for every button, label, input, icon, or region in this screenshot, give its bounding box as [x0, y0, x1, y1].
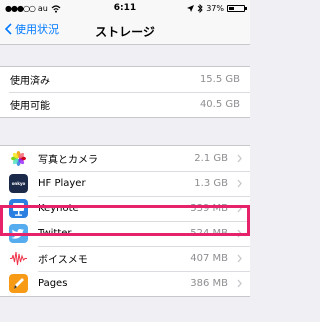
bluetooth-icon: [197, 4, 203, 13]
app-size: 1.3 GB: [194, 178, 228, 189]
hf-player-logo-text: onkyo: [11, 181, 26, 186]
chevron-right-icon: [237, 179, 242, 188]
navigation-bar: 使用状況 ストレージ: [0, 18, 250, 45]
battery-icon: [227, 5, 247, 12]
voice-memo-icon: [9, 249, 28, 268]
twitter-icon: [9, 224, 28, 243]
keynote-icon: [9, 199, 28, 218]
storage-summary-group: 使用済み 15.5 GB 使用可能 40.5 GB: [0, 66, 250, 118]
chevron-right-icon: [237, 204, 242, 213]
chevron-right-icon: [237, 254, 242, 263]
app-name: Keynote: [38, 203, 79, 214]
app-row-keynote[interactable]: Keynote 539 MB: [0, 196, 250, 221]
app-size: 539 MB: [190, 203, 228, 214]
battery-percent: 37%: [206, 4, 224, 13]
chevron-right-icon: [237, 279, 242, 288]
pages-icon: [9, 274, 28, 293]
storage-available-value: 40.5 GB: [199, 99, 240, 110]
app-row-pages[interactable]: Pages 386 MB: [0, 271, 250, 296]
app-size: 386 MB: [190, 278, 228, 289]
storage-used-label: 使用済み: [10, 76, 50, 87]
status-bar: ●●●○○ au 6:11 37%: [0, 0, 250, 18]
app-name: HF Player: [38, 178, 86, 189]
app-storage-list: 写真とカメラ 2.1 GB onkyo HF Player 1.3 GB Key…: [0, 145, 250, 297]
hf-player-icon: onkyo: [9, 174, 28, 193]
photos-icon: [9, 149, 28, 168]
app-name: Pages: [38, 278, 68, 289]
status-right: 37%: [187, 4, 247, 13]
app-row-twitter[interactable]: Twitter 524 MB: [0, 221, 250, 246]
app-row-voice-memo[interactable]: ボイスメモ 407 MB: [0, 246, 250, 271]
app-size: 407 MB: [190, 253, 228, 264]
app-name: ボイスメモ: [38, 255, 88, 266]
app-name: Twitter: [38, 228, 72, 239]
page-title: ストレージ: [95, 25, 155, 39]
battery-fill: [229, 7, 235, 10]
chevron-right-icon: [237, 154, 242, 163]
app-row-hf-player[interactable]: onkyo HF Player 1.3 GB: [0, 171, 250, 196]
app-name: 写真とカメラ: [38, 155, 98, 166]
location-icon: [187, 5, 195, 12]
storage-available-label: 使用可能: [10, 101, 50, 112]
storage-available-row: 使用可能 40.5 GB: [0, 92, 250, 117]
app-size: 2.1 GB: [194, 153, 228, 164]
app-size: 524 MB: [190, 228, 228, 239]
storage-used-row: 使用済み 15.5 GB: [0, 67, 250, 92]
chevron-right-icon: [237, 229, 242, 238]
storage-used-value: 15.5 GB: [199, 74, 240, 85]
app-row-photos[interactable]: 写真とカメラ 2.1 GB: [0, 146, 250, 171]
